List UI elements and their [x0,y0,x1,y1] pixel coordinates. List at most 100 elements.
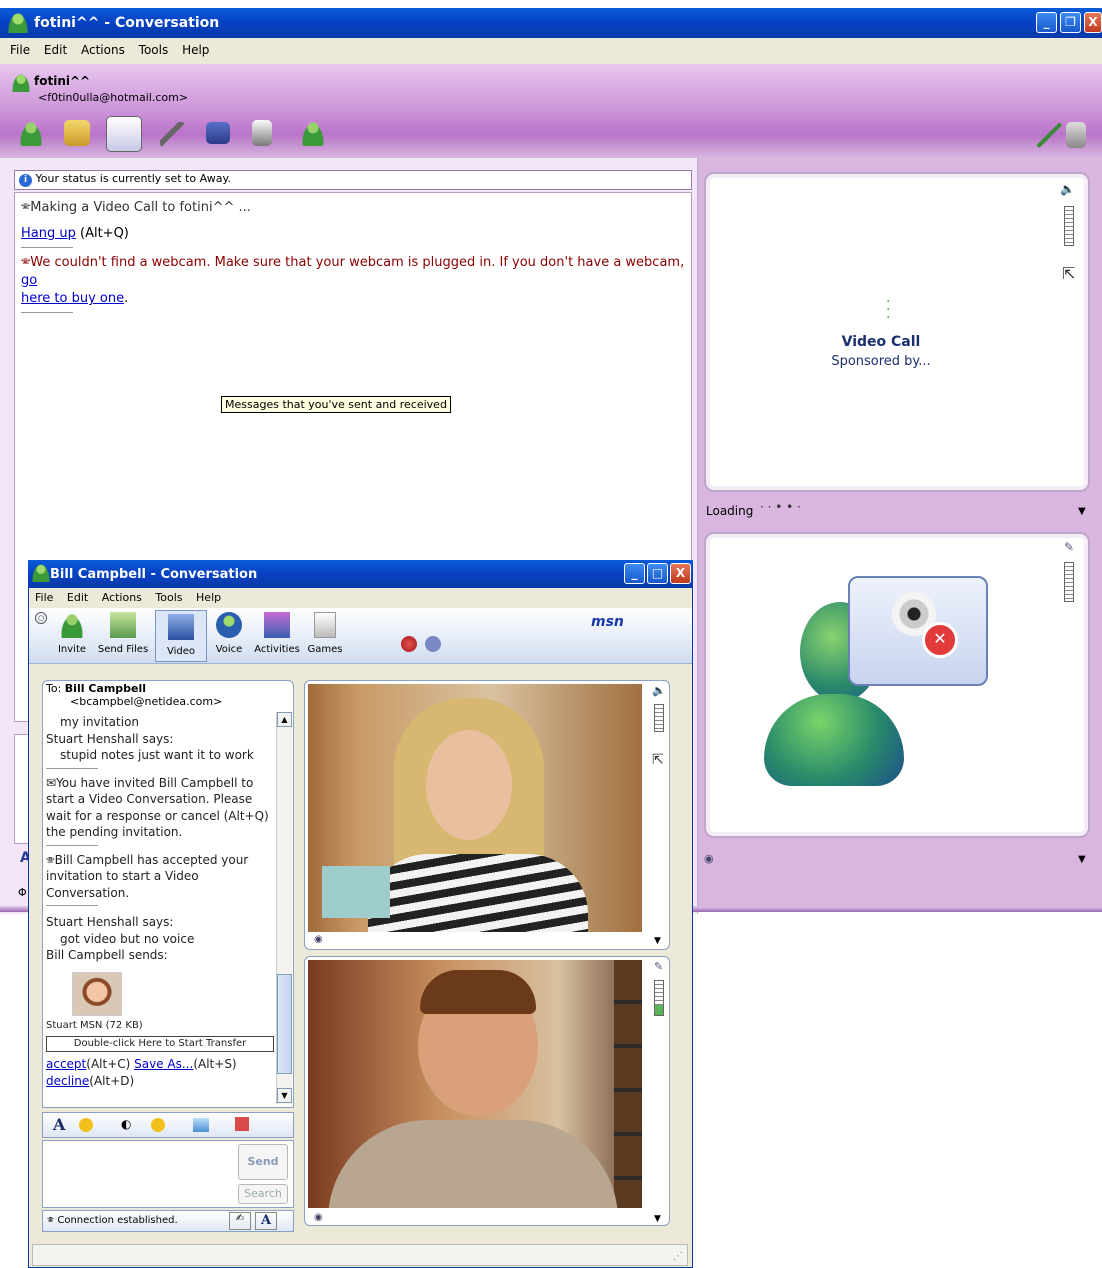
bill-activities-button[interactable]: Activities [251,612,303,655]
handwriting-icon[interactable]: ✍ [229,1212,251,1230]
no-webcam-icon: ✕ [848,576,988,686]
theme-icon[interactable] [425,636,441,652]
bill-edit-icon[interactable]: ✎ [654,960,663,973]
bill-close-button[interactable]: X [670,563,691,584]
bill-send-files-button[interactable]: Send Files [95,612,151,655]
local-video-frame: ✎ ✕ [704,532,1090,838]
bill-popout-icon[interactable]: ⇱ [652,752,664,768]
scroll-up-arrow[interactable]: ▲ [277,712,292,727]
bill-saveas-link[interactable]: Save As... [134,1057,193,1071]
volume-icon[interactable]: 🔈 [1060,182,1075,196]
bill-minimize-button[interactable]: _ [624,563,645,584]
bill-menu-tools[interactable]: Tools [155,591,182,604]
options-icon[interactable] [1066,122,1086,148]
hangup-link[interactable]: Hang up [21,226,76,241]
bill-says-2: Stuart Henshall says: [46,915,174,929]
bill-message-history: my invitation Stuart Henshall says: stup… [46,712,274,1104]
webcam-small-icon: 🕾 [21,200,31,215]
bill-line-invitation: my invitation [60,715,140,729]
bill-voice-button[interactable]: Voice [211,612,247,655]
buy-link-part2[interactable]: here to buy one [21,291,124,306]
bill-menu-help[interactable]: Help [196,591,221,604]
popout-icon[interactable]: ⇱ [1062,264,1075,283]
contact-name: fotini^^ [34,74,91,88]
bill-menu-edit[interactable]: Edit [67,591,88,604]
edit-pencil-icon[interactable]: ✎ [1064,540,1074,554]
menu-file[interactable]: File [10,43,30,57]
wink-icon[interactable] [151,1118,165,1132]
restore-button[interactable]: ❐ [1060,12,1081,33]
font-icon[interactable]: A [53,1115,65,1134]
background-icon[interactable] [193,1118,209,1132]
calling-message: 🕾Making a Video Call to fotini^^ ... [21,200,251,215]
video-call-title: Video Call [841,334,921,350]
bill-remote-video [308,684,642,932]
invite-icon[interactable] [18,120,44,146]
paint-brush-icon[interactable] [1036,122,1062,148]
mic-slider[interactable] [1064,562,1074,602]
bill-to-name: Bill Campbell [64,682,147,695]
activities-icon[interactable] [206,122,230,144]
bill-mic-slider[interactable] [654,980,664,1016]
voice-icon[interactable] [160,122,186,148]
bill-says-1: Stuart Henshall says: [46,731,174,746]
bill-invite-msg: ✉You have invited Bill Campbell to start… [46,775,269,840]
menu-edit[interactable]: Edit [44,43,67,57]
local-person-hair [420,970,536,1014]
status-notice-text: Your status is currently set to Away. [35,172,231,185]
main-title-bar[interactable]: fotini^^ - Conversation _ ❐ X [0,8,1102,38]
buy-link-part1[interactable]: go [21,273,37,288]
bill-remote-dropdown[interactable]: ▼ [654,936,661,946]
bill-invite-icon [59,612,85,638]
send-files-icon[interactable] [64,120,90,146]
bill-toolbar-menu-icon[interactable]: ○ [35,612,47,624]
main-toolbar [0,112,1102,156]
bill-invite-button[interactable]: Invite [53,612,91,655]
file-thumbnail[interactable] [72,971,122,1016]
video-icon[interactable] [106,116,142,152]
webcam-settings-icon[interactable]: ◉ [704,852,714,865]
gift-icon[interactable] [235,1117,249,1131]
bill-local-dropdown[interactable]: ▼ [654,1214,661,1224]
voice-clip-icon[interactable]: ◐ [121,1117,131,1131]
loading-spinner-icon: · · · [886,294,891,326]
minimize-button[interactable]: _ [1036,12,1057,33]
bill-font-button[interactable]: A [255,1212,277,1230]
block-red-icon[interactable] [401,636,417,652]
bill-menu-file[interactable]: File [35,591,53,604]
menu-help[interactable]: Help [182,43,209,57]
volume-slider[interactable] [1064,206,1074,246]
bill-volume-icon[interactable]: 🔈 [652,684,666,697]
bill-title-bar[interactable]: Bill Campbell - Conversation _ □ X [28,560,693,588]
connection-status: Connection established. [57,1215,178,1226]
bill-chat-scrollbar[interactable]: ▲ ▼ [276,712,292,1104]
loading-dots: · · • • · [760,500,801,514]
bill-menu-actions[interactable]: Actions [102,591,142,604]
bill-volume-slider[interactable] [654,704,664,732]
block-icon[interactable] [300,120,326,146]
bill-transfer-button[interactable]: Double-click Here to Start Transfer [46,1036,274,1052]
bill-decline-link[interactable]: decline [46,1074,89,1088]
menu-actions[interactable]: Actions [81,43,125,57]
bill-to-header: To: Bill Campbell <bcampbel@netidea.com> [46,682,223,708]
scroll-down-arrow[interactable]: ▼ [277,1088,292,1103]
remote-dropdown-arrow[interactable]: ▼ [1078,506,1086,517]
bill-local-video [308,960,642,1208]
scroll-thumb[interactable] [277,974,292,1074]
bill-accept-link[interactable]: accept [46,1057,86,1071]
bill-search-button[interactable]: Search [238,1184,288,1204]
close-button[interactable]: X [1084,12,1102,33]
bill-games-button[interactable]: Games [305,612,345,655]
bill-maximize-button[interactable]: □ [647,563,668,584]
main-window-title: fotini^^ - Conversation [34,15,220,31]
local-dropdown-arrow[interactable]: ▼ [1078,854,1086,865]
emoticon-icon[interactable] [79,1118,93,1132]
resize-grip-icon[interactable]: ⋰ [673,1251,683,1262]
loading-label: Loading [706,504,754,518]
bill-video-button[interactable]: Video [155,610,207,662]
bill-file-name: Stuart MSN (72 KB) [46,1019,143,1031]
menu-tools[interactable]: Tools [139,43,169,57]
games-icon[interactable] [252,120,272,146]
bill-send-button[interactable]: Send [238,1144,288,1180]
bill-webcam-icon: 🕾 [46,852,55,867]
